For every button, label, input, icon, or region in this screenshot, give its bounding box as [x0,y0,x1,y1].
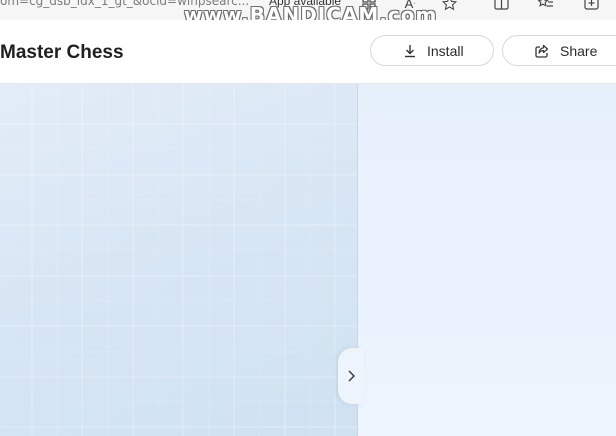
game-area[interactable] [0,84,358,436]
background-grid [0,84,357,436]
install-label: Install [427,43,464,59]
browser-toolbar: om=cg_dsb_idx_1_gt_&ocid=winpsearc... Ap… [0,0,616,20]
share-button[interactable]: Share [502,35,616,66]
chevron-right-icon [348,370,355,382]
app-content [0,84,616,436]
expand-panel-button[interactable] [338,348,364,404]
download-icon [405,45,415,58]
app-window: om=cg_dsb_idx_1_gt_&ocid=winpsearc... Ap… [0,0,616,436]
side-panel [358,84,616,436]
app-header: Master Chess Install Share [0,20,616,84]
install-button[interactable]: Install [370,35,494,66]
page-title: Master Chess [0,42,124,63]
favorite-star-icon[interactable] [440,0,458,12]
share-label: Share [560,43,598,59]
recorder-watermark: www.BANDICAM.com [184,3,438,20]
split-screen-icon[interactable] [492,0,510,12]
favorites-list-icon[interactable] [537,0,555,12]
share-icon [535,44,549,58]
collections-icon[interactable] [582,0,600,12]
